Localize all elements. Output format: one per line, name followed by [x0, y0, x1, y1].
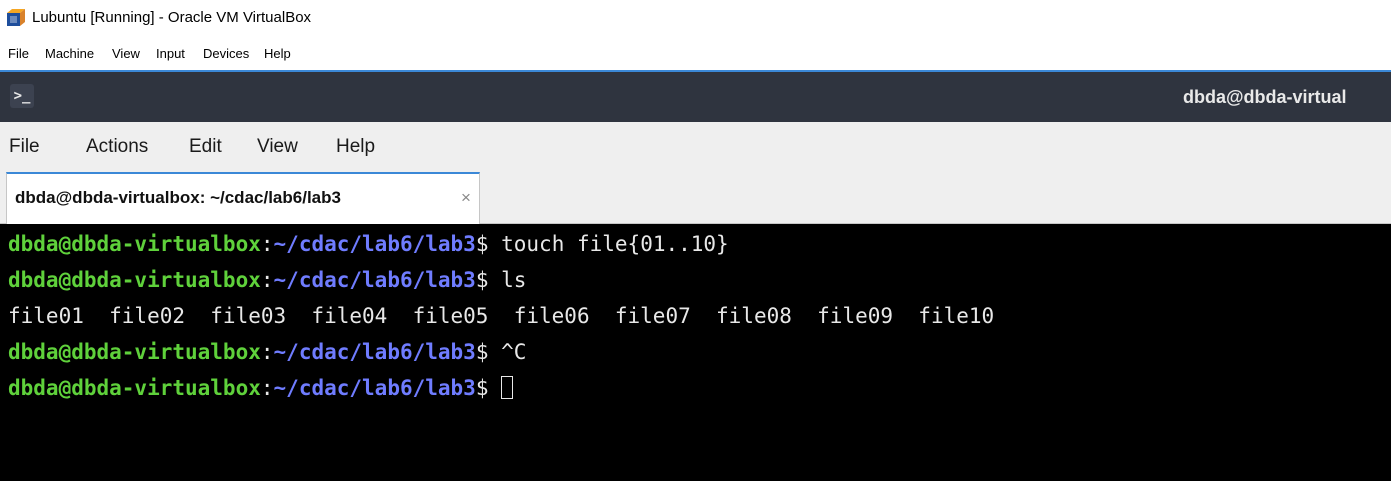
host-menu-devices[interactable]: Devices — [203, 46, 249, 61]
prompt-separator: : — [260, 376, 274, 400]
prompt-separator: : — [260, 268, 274, 292]
prompt-dollar: $ — [475, 340, 489, 364]
terminal-menu-edit[interactable]: Edit — [189, 136, 222, 158]
host-menu-machine[interactable]: Machine — [45, 46, 94, 61]
host-menu-help[interactable]: Help — [264, 46, 291, 61]
terminal-line: dbda@dbda-virtualbox:~/cdac/lab6/lab3$ ^… — [8, 340, 526, 364]
terminal-menu-help[interactable]: Help — [336, 136, 375, 158]
host-menu-input[interactable]: Input — [156, 46, 185, 61]
prompt-separator: : — [260, 232, 274, 256]
text-cursor — [501, 376, 514, 399]
guest-window-title: dbda@dbda-virtual — [1183, 87, 1347, 107]
prompt-path: ~/cdac/lab6/lab3 — [273, 340, 476, 364]
command-text: ^C — [488, 340, 527, 364]
terminal-tab-bar: dbda@dbda-virtualbox: ~/cdac/lab6/lab3 × — [0, 172, 1391, 224]
terminal-menu-view[interactable]: View — [257, 136, 298, 158]
terminal-menubar: File Actions Edit View Help — [0, 122, 1391, 172]
command-text: ls — [488, 268, 527, 292]
prompt-path: ~/cdac/lab6/lab3 — [273, 268, 476, 292]
terminal-icon[interactable]: >_ — [10, 84, 34, 108]
terminal-menu-actions[interactable]: Actions — [86, 136, 148, 158]
prompt-dollar: $ — [475, 232, 489, 256]
prompt-user: dbda@dbda-virtualbox — [8, 340, 261, 364]
host-menubar: File Machine View Input Devices Help — [0, 36, 1391, 70]
host-menu-file[interactable]: File — [8, 46, 29, 61]
terminal-output-line: file01 file02 file03 file04 file05 file0… — [8, 304, 995, 328]
terminal-line: dbda@dbda-virtualbox:~/cdac/lab6/lab3$ — [8, 376, 514, 400]
virtualbox-icon — [7, 9, 25, 26]
prompt-user: dbda@dbda-virtualbox — [8, 232, 261, 256]
prompt-dollar: $ — [475, 376, 489, 400]
terminal-line: dbda@dbda-virtualbox:~/cdac/lab6/lab3$ t… — [8, 232, 729, 256]
prompt-user: dbda@dbda-virtualbox — [8, 268, 261, 292]
host-window-title: Lubuntu [Running] - Oracle VM VirtualBox — [32, 9, 312, 26]
prompt-user: dbda@dbda-virtualbox — [8, 376, 261, 400]
host-titlebar: Lubuntu [Running] - Oracle VM VirtualBox — [0, 0, 1391, 36]
host-menu-view[interactable]: View — [112, 46, 140, 61]
terminal-tab[interactable]: dbda@dbda-virtualbox: ~/cdac/lab6/lab3 × — [6, 172, 480, 224]
prompt-path: ~/cdac/lab6/lab3 — [273, 232, 476, 256]
command-text: touch file{01..10} — [488, 232, 729, 256]
prompt-dollar: $ — [475, 268, 489, 292]
prompt-path: ~/cdac/lab6/lab3 — [273, 376, 476, 400]
terminal-menu-file[interactable]: File — [9, 136, 40, 158]
guest-top-panel: >_ dbda@dbda-virtual — [0, 70, 1391, 122]
tab-label: dbda@dbda-virtualbox: ~/cdac/lab6/lab3 — [15, 188, 341, 207]
close-icon[interactable]: × — [461, 188, 471, 208]
terminal-screen[interactable]: dbda@dbda-virtualbox:~/cdac/lab6/lab3$ t… — [0, 224, 1391, 481]
command-text — [488, 376, 501, 400]
prompt-separator: : — [260, 340, 274, 364]
terminal-line: dbda@dbda-virtualbox:~/cdac/lab6/lab3$ l… — [8, 268, 526, 292]
